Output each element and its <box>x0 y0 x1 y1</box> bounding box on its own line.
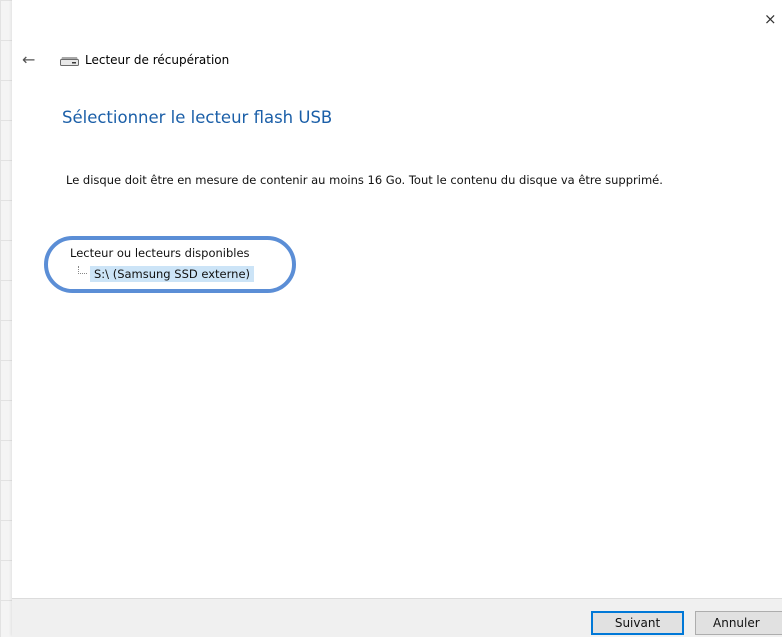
drive-item-label[interactable]: S:\ (Samsung SSD externe) <box>90 265 255 282</box>
close-icon: × <box>764 10 777 28</box>
back-button[interactable]: ← <box>22 48 46 72</box>
back-arrow-icon: ← <box>22 50 36 69</box>
available-drives-label: Lecteur ou lecteurs disponibles <box>70 246 250 260</box>
page-title: Sélectionner le lecteur flash USB <box>62 108 333 127</box>
drive-list-item[interactable]: S:\ (Samsung SSD externe) <box>78 264 255 283</box>
instruction-text: Le disque doit être en mesure de conteni… <box>66 173 663 187</box>
available-drives-list: Lecteur ou lecteurs disponibles S:\ (Sam… <box>70 246 255 283</box>
window-title-bar: Lecteur de récupération <box>60 50 229 70</box>
drive-icon <box>60 57 79 66</box>
next-button[interactable]: Suivant <box>591 611 684 635</box>
footer-bar: Suivant Annuler <box>12 598 782 637</box>
cancel-button[interactable]: Annuler <box>695 611 782 635</box>
window-title: Lecteur de récupération <box>85 53 230 67</box>
tree-connector-line <box>78 266 87 274</box>
close-button[interactable]: × <box>764 8 782 30</box>
recovery-drive-wizard: × ← Lecteur de récupération Sélectionner… <box>12 0 782 637</box>
